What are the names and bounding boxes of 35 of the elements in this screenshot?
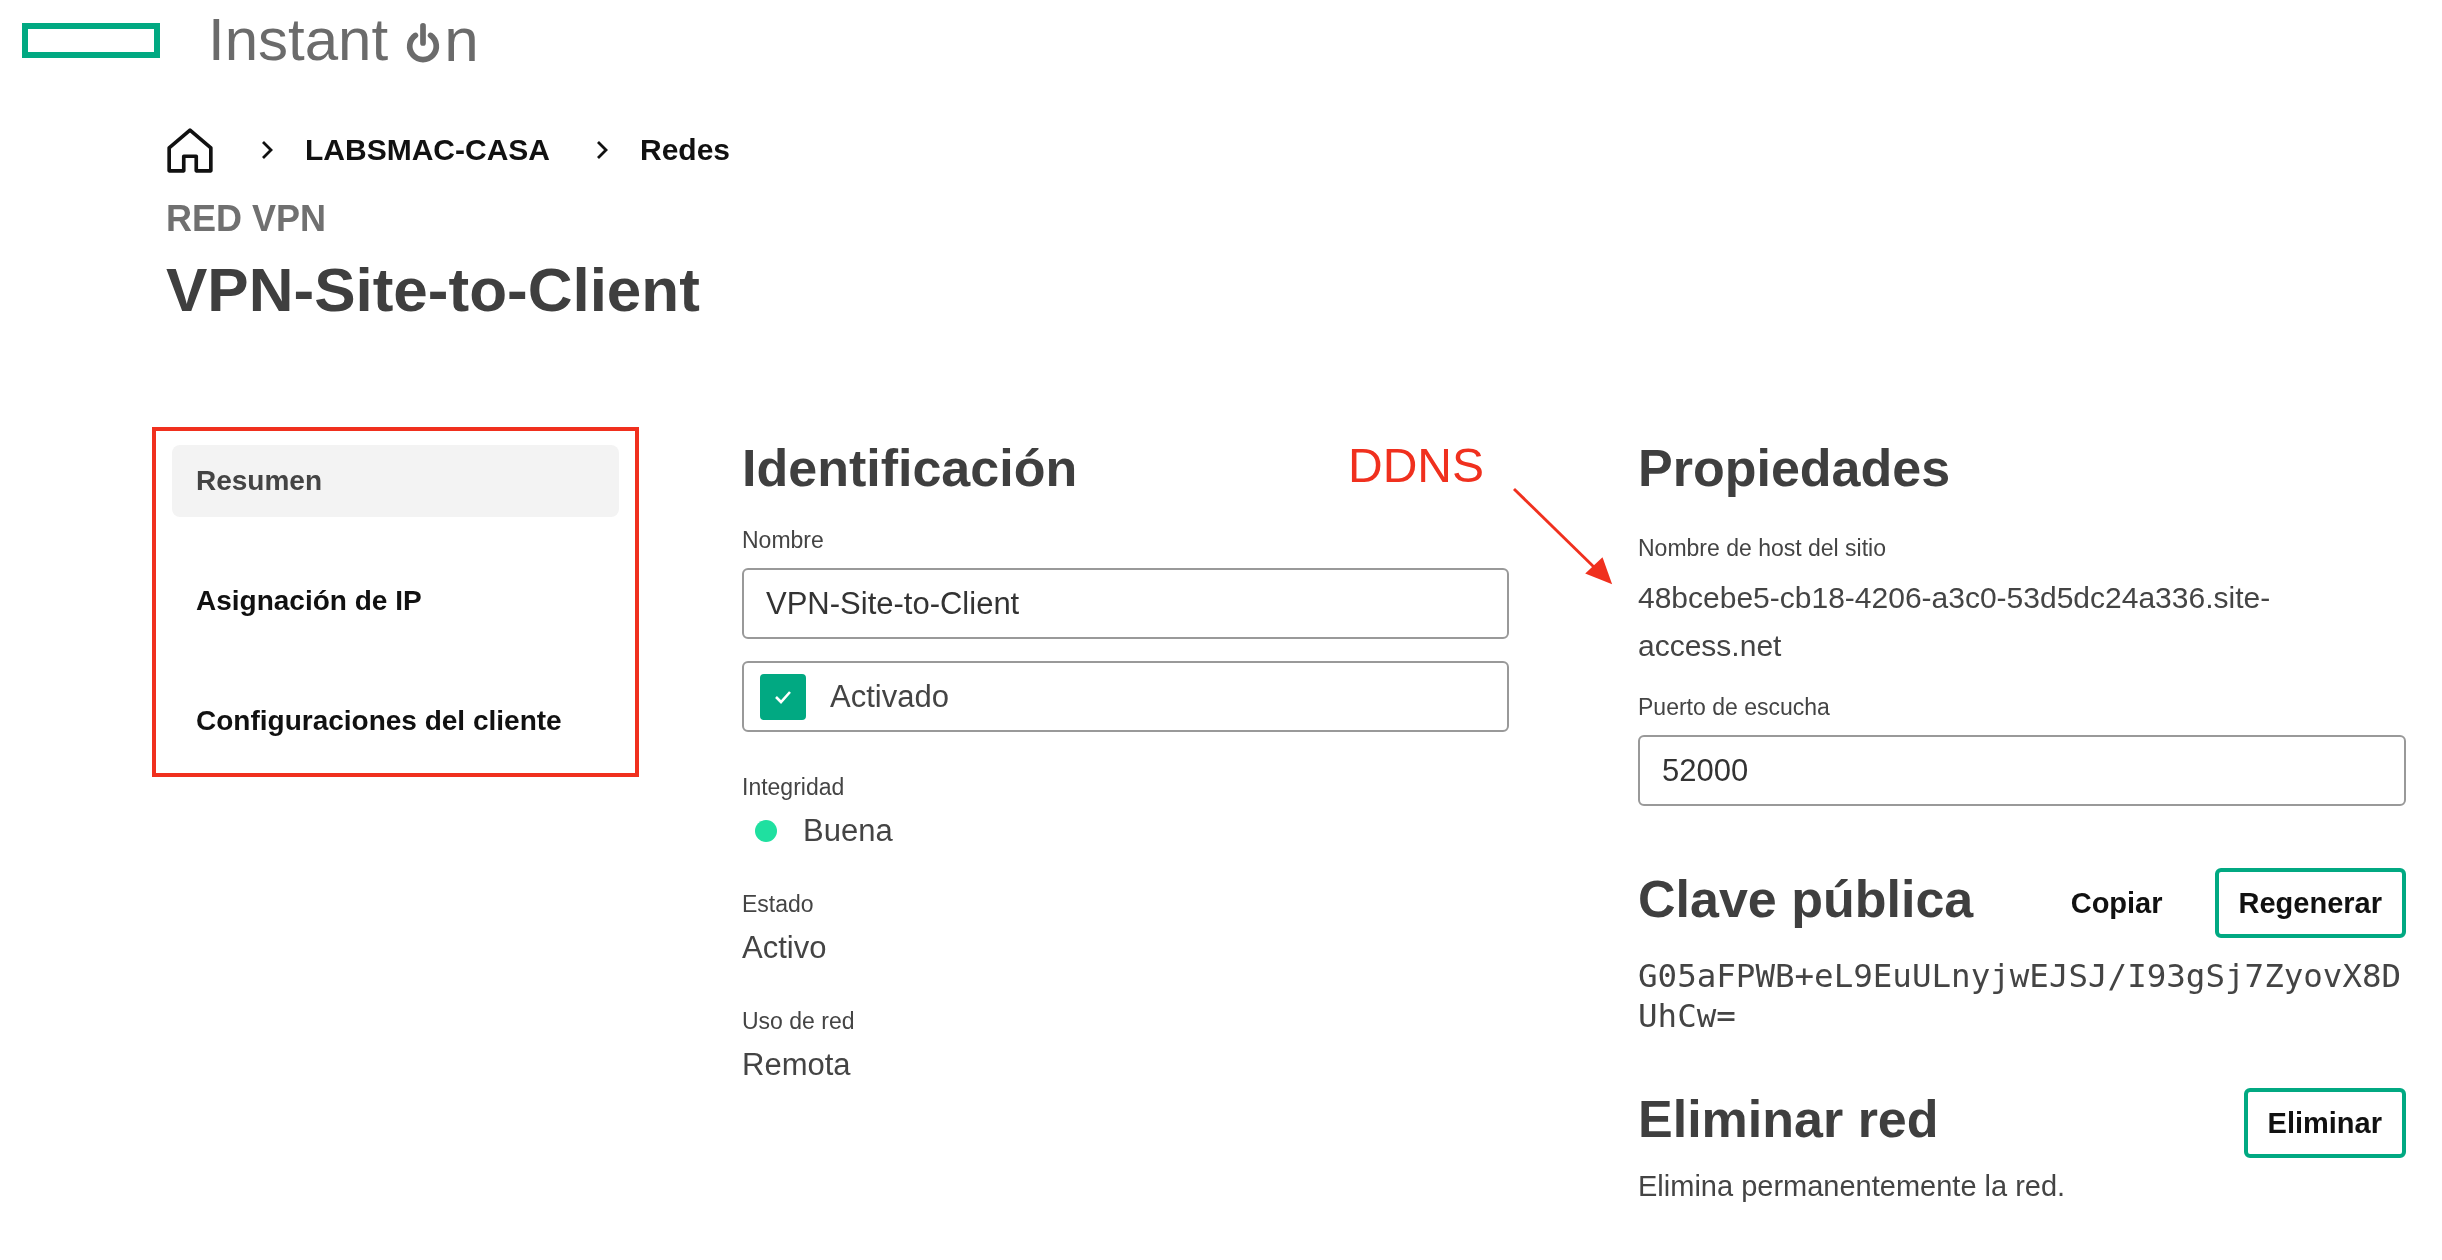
- sidebar-item[interactable]: Configuraciones del cliente: [172, 685, 619, 757]
- field-label: Nombre: [742, 527, 825, 555]
- hostname-value: 48bcebe5-cb18-4206-a3c0-53d5dc24a336.site-access.net: [1638, 580, 2272, 665]
- copy-button[interactable]: Copiar: [2070, 886, 2163, 920]
- field-label: Puerto de escucha: [1638, 694, 1831, 722]
- annotation-label: DDNS: [1348, 442, 1484, 490]
- section-heading: Clave pública: [1638, 869, 1974, 931]
- sidebar-item[interactable]: Resumen: [172, 445, 619, 517]
- section-heading: Eliminar red: [1638, 1089, 1939, 1151]
- page-title: VPN-Site-to-Client: [166, 254, 701, 325]
- delete-button[interactable]: Eliminar: [2243, 1088, 2406, 1159]
- breadcrumb-link[interactable]: Redes: [640, 133, 731, 167]
- name-field[interactable]: VPN-Site-to-Client: [742, 568, 1509, 640]
- field-label: Estado: [742, 891, 815, 919]
- logo-text: n: [444, 9, 479, 71]
- logo-text: Instant: [208, 10, 389, 70]
- public-key-value: G05aFPWB+eL9EuULnyjwEJSJ/I93gSj7ZyovX8DUhCw=: [1638, 956, 2403, 1037]
- checkbox[interactable]: [760, 673, 806, 720]
- field-value: Remota: [742, 1047, 852, 1084]
- field-label: Nombre de host del sitio: [1638, 535, 1887, 563]
- status-value: Buena: [803, 813, 893, 850]
- field-label: Integridad: [742, 774, 846, 802]
- section-heading: Identificación: [742, 438, 1078, 499]
- section-heading: Propiedades: [1638, 438, 1951, 499]
- breadcrumb-link[interactable]: LABSMAC-CASA: [305, 133, 550, 167]
- sidebar-item[interactable]: Asignación de IP: [172, 565, 619, 637]
- regenerate-button[interactable]: Regenerar: [2214, 868, 2406, 939]
- enabled-checkbox-field[interactable]: Activado: [742, 661, 1509, 733]
- checkbox-label: Activado: [830, 678, 949, 715]
- home-icon[interactable]: [165, 125, 215, 175]
- port-field[interactable]: 52000: [1638, 735, 2406, 807]
- description-text: Elimina permanentemente la red.: [1638, 1170, 2067, 1204]
- section-label: RED VPN: [166, 198, 328, 240]
- field-label: Uso de red: [742, 1008, 856, 1036]
- field-value: Activo: [742, 930, 828, 967]
